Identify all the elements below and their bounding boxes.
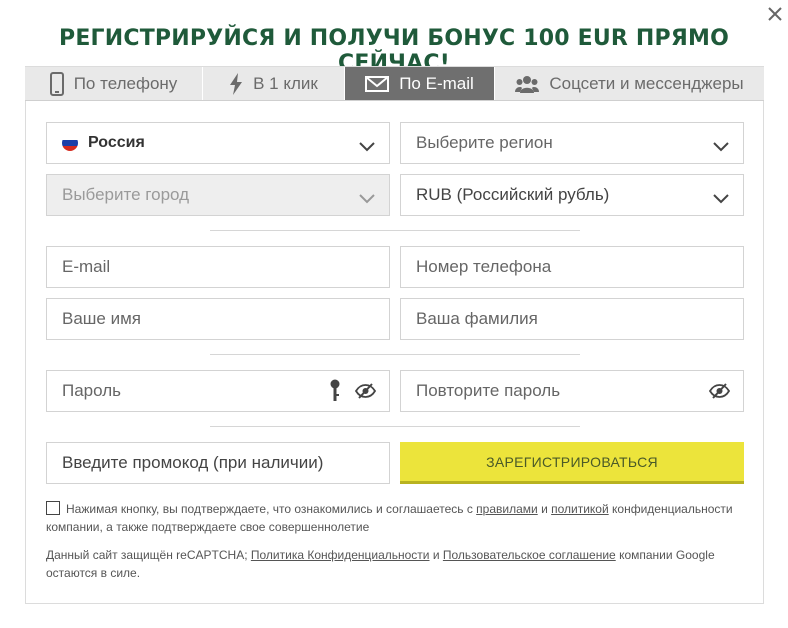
close-icon[interactable] bbox=[765, 4, 785, 24]
chevron-down-icon bbox=[359, 137, 375, 157]
phone-placeholder: Номер телефона bbox=[416, 257, 552, 276]
privacy-link[interactable]: Политика Конфиденциальности bbox=[251, 548, 430, 562]
eye-slash-icon[interactable] bbox=[354, 383, 377, 404]
phone-field[interactable]: Номер телефона bbox=[400, 246, 744, 288]
tab-email-label: По E-mail bbox=[399, 73, 474, 93]
name-field[interactable]: Ваше имя bbox=[46, 298, 390, 340]
users-icon bbox=[515, 75, 540, 93]
key-icon[interactable] bbox=[329, 379, 341, 408]
chevron-down-icon bbox=[713, 137, 729, 157]
password-repeat-placeholder: Повторите пароль bbox=[416, 381, 561, 400]
tab-one-click-label: В 1 клик bbox=[253, 73, 318, 93]
city-select[interactable]: Выберите город bbox=[46, 174, 390, 216]
tab-social[interactable]: Соцсети и мессенджеры bbox=[495, 67, 764, 100]
russia-flag-icon bbox=[62, 135, 78, 151]
registration-tabs: По телефону В 1 клик По E-mail Соцсети и… bbox=[25, 67, 764, 101]
currency-select[interactable]: RUB (Российский рубль) bbox=[400, 174, 744, 216]
envelope-icon bbox=[365, 75, 390, 92]
surname-placeholder: Ваша фамилия bbox=[416, 309, 538, 328]
password-placeholder: Пароль bbox=[62, 381, 121, 400]
chevron-down-icon bbox=[359, 189, 375, 209]
name-placeholder: Ваше имя bbox=[62, 309, 141, 328]
tab-social-label: Соцсети и мессенджеры bbox=[549, 73, 744, 93]
country-select[interactable]: Россия bbox=[46, 122, 390, 164]
country-value: Россия bbox=[88, 134, 145, 151]
eye-slash-icon[interactable] bbox=[708, 383, 731, 404]
tab-phone-label: По телефону bbox=[73, 73, 178, 93]
tab-one-click[interactable]: В 1 клик bbox=[203, 67, 345, 100]
city-placeholder: Выберите город bbox=[62, 185, 190, 204]
chevron-down-icon bbox=[713, 189, 729, 209]
phone-icon bbox=[49, 71, 64, 96]
email-field[interactable]: E-mail bbox=[46, 246, 390, 288]
policy-link[interactable]: политикой bbox=[551, 502, 609, 516]
password-repeat-field[interactable]: Повторите пароль bbox=[400, 370, 744, 412]
promo-placeholder: Введите промокод (при наличии) bbox=[62, 453, 324, 472]
surname-field[interactable]: Ваша фамилия bbox=[400, 298, 744, 340]
email-placeholder: E-mail bbox=[62, 257, 111, 276]
divider bbox=[210, 354, 580, 355]
rules-link[interactable]: правилами bbox=[476, 502, 538, 516]
agreement-text: Нажимая кнопку, вы подтверждаете, что оз… bbox=[46, 502, 733, 534]
promo-field[interactable]: Введите промокод (при наличии) bbox=[46, 442, 390, 484]
divider bbox=[210, 230, 580, 231]
register-button[interactable]: ЗАРЕГИСТРИРОВАТЬСЯ bbox=[400, 442, 744, 484]
tab-phone[interactable]: По телефону bbox=[25, 67, 203, 100]
currency-value: RUB (Российский рубль) bbox=[416, 185, 610, 204]
divider bbox=[210, 426, 580, 427]
tab-email[interactable]: По E-mail bbox=[345, 67, 495, 100]
region-select[interactable]: Выберите регион bbox=[400, 122, 744, 164]
captcha-notice: Данный сайт защищён reCAPTCHA; Политика … bbox=[46, 548, 715, 580]
region-placeholder: Выберите регион bbox=[416, 133, 553, 152]
terms-link[interactable]: Пользовательское соглашение bbox=[443, 548, 616, 562]
lightning-icon bbox=[229, 72, 243, 95]
